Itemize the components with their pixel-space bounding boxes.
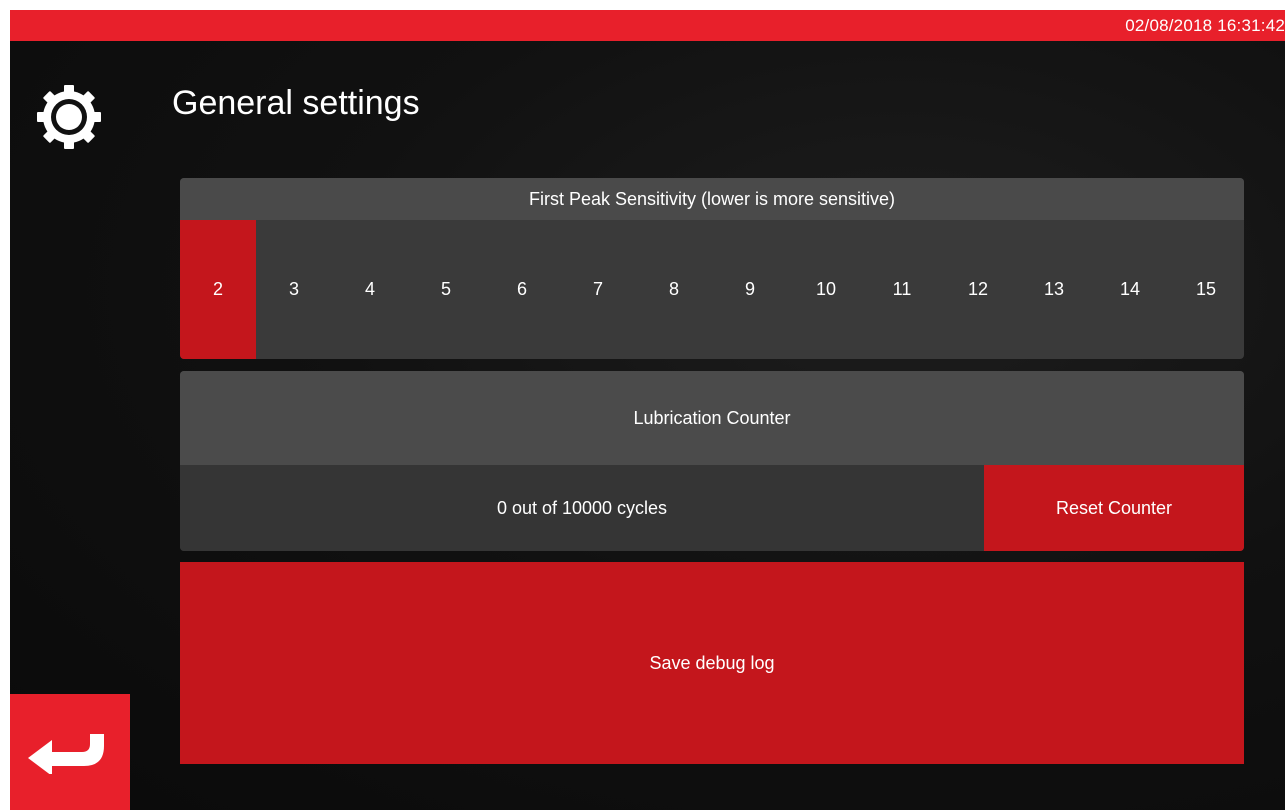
sensitivity-option-6[interactable]: 6 [484, 220, 560, 359]
save-debug-log-button[interactable]: Save debug log [180, 562, 1244, 764]
sensitivity-option-2[interactable]: 2 [180, 220, 256, 359]
sensitivity-option-3[interactable]: 3 [256, 220, 332, 359]
sensitivity-option-14[interactable]: 14 [1092, 220, 1168, 359]
sensitivity-option-13[interactable]: 13 [1016, 220, 1092, 359]
back-button[interactable] [10, 694, 130, 810]
lubrication-count: 0 out of 10000 cycles [180, 465, 984, 551]
lubrication-header: Lubrication Counter [180, 371, 1244, 465]
page-title: General settings [172, 84, 420, 122]
sensitivity-option-8[interactable]: 8 [636, 220, 712, 359]
sensitivity-option-9[interactable]: 9 [712, 220, 788, 359]
settings-screen: 02/08/2018 16:31:42 General settings Fir… [10, 10, 1285, 810]
sensitivity-option-10[interactable]: 10 [788, 220, 864, 359]
back-arrow-icon [28, 734, 104, 774]
lubrication-row: 0 out of 10000 cycles Reset Counter [180, 465, 1244, 551]
sensitivity-panel: First Peak Sensitivity (lower is more se… [180, 178, 1244, 359]
reset-counter-button[interactable]: Reset Counter [984, 465, 1244, 551]
datetime-display: 02/08/2018 16:31:42 [1125, 16, 1285, 35]
gear-icon [34, 82, 104, 152]
sensitivity-option-4[interactable]: 4 [332, 220, 408, 359]
sensitivity-option-12[interactable]: 12 [940, 220, 1016, 359]
status-bar: 02/08/2018 16:31:42 [10, 10, 1285, 41]
sensitivity-header: First Peak Sensitivity (lower is more se… [180, 178, 1244, 220]
sensitivity-option-11[interactable]: 11 [864, 220, 940, 359]
sensitivity-option-5[interactable]: 5 [408, 220, 484, 359]
sensitivity-option-15[interactable]: 15 [1168, 220, 1244, 359]
lubrication-panel: Lubrication Counter 0 out of 10000 cycle… [180, 371, 1244, 551]
sensitivity-option-7[interactable]: 7 [560, 220, 636, 359]
sensitivity-selector: 2 3 4 5 6 7 8 9 10 11 12 13 14 15 [180, 220, 1244, 359]
